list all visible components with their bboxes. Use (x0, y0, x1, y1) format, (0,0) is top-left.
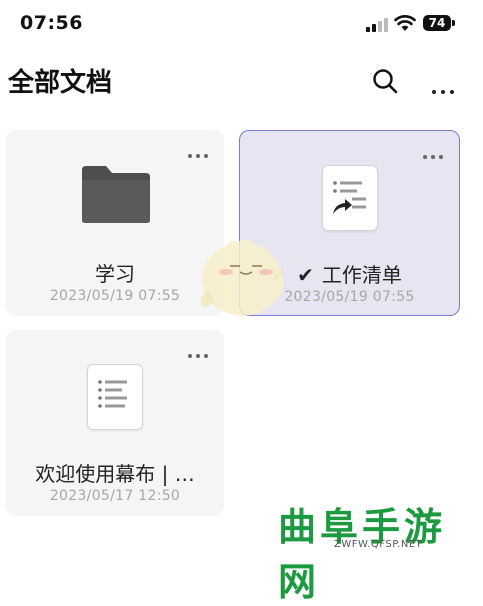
check-icon: ✔ (297, 263, 314, 287)
card-date: 2023/05/19 07:55 (49, 288, 181, 304)
card-name: 欢迎使用幕布 | … (35, 462, 195, 486)
card-name: 工作清单 (321, 263, 402, 287)
signal-icon (366, 16, 388, 32)
folder-icon (82, 166, 150, 223)
document-lines (333, 181, 366, 214)
share-arrow-icon (333, 199, 352, 214)
document-icon (87, 364, 143, 430)
watermark-url: ZWFW.QFSP.NET (334, 539, 423, 550)
card-more-icon[interactable] (423, 144, 447, 163)
watermark-text: 曲阜手游网 (278, 505, 447, 604)
more-icon (432, 79, 459, 98)
search-icon (373, 69, 398, 94)
status-bar: 07:56 74 (0, 0, 483, 48)
wifi-icon (394, 15, 416, 31)
document-lines (98, 380, 127, 408)
card-more-icon[interactable] (188, 343, 212, 362)
card-date: 2023/05/17 12:50 (49, 488, 181, 504)
search-button[interactable] (370, 66, 400, 96)
folder-card[interactable]: 学习 2023/05/19 07:55 (6, 130, 224, 316)
status-time: 07:56 (20, 12, 83, 34)
document-icon (322, 165, 378, 231)
battery-cap (452, 20, 455, 26)
document-card[interactable]: 欢迎使用幕布 | … 2023/05/17 12:50 (6, 330, 224, 516)
battery-icon: 74 (423, 15, 451, 31)
mascot-icon (200, 239, 290, 316)
page-title: 全部文档 (8, 68, 113, 98)
card-name: 学习 (95, 262, 135, 286)
card-more-icon[interactable] (188, 143, 212, 162)
more-button[interactable] (430, 66, 460, 96)
